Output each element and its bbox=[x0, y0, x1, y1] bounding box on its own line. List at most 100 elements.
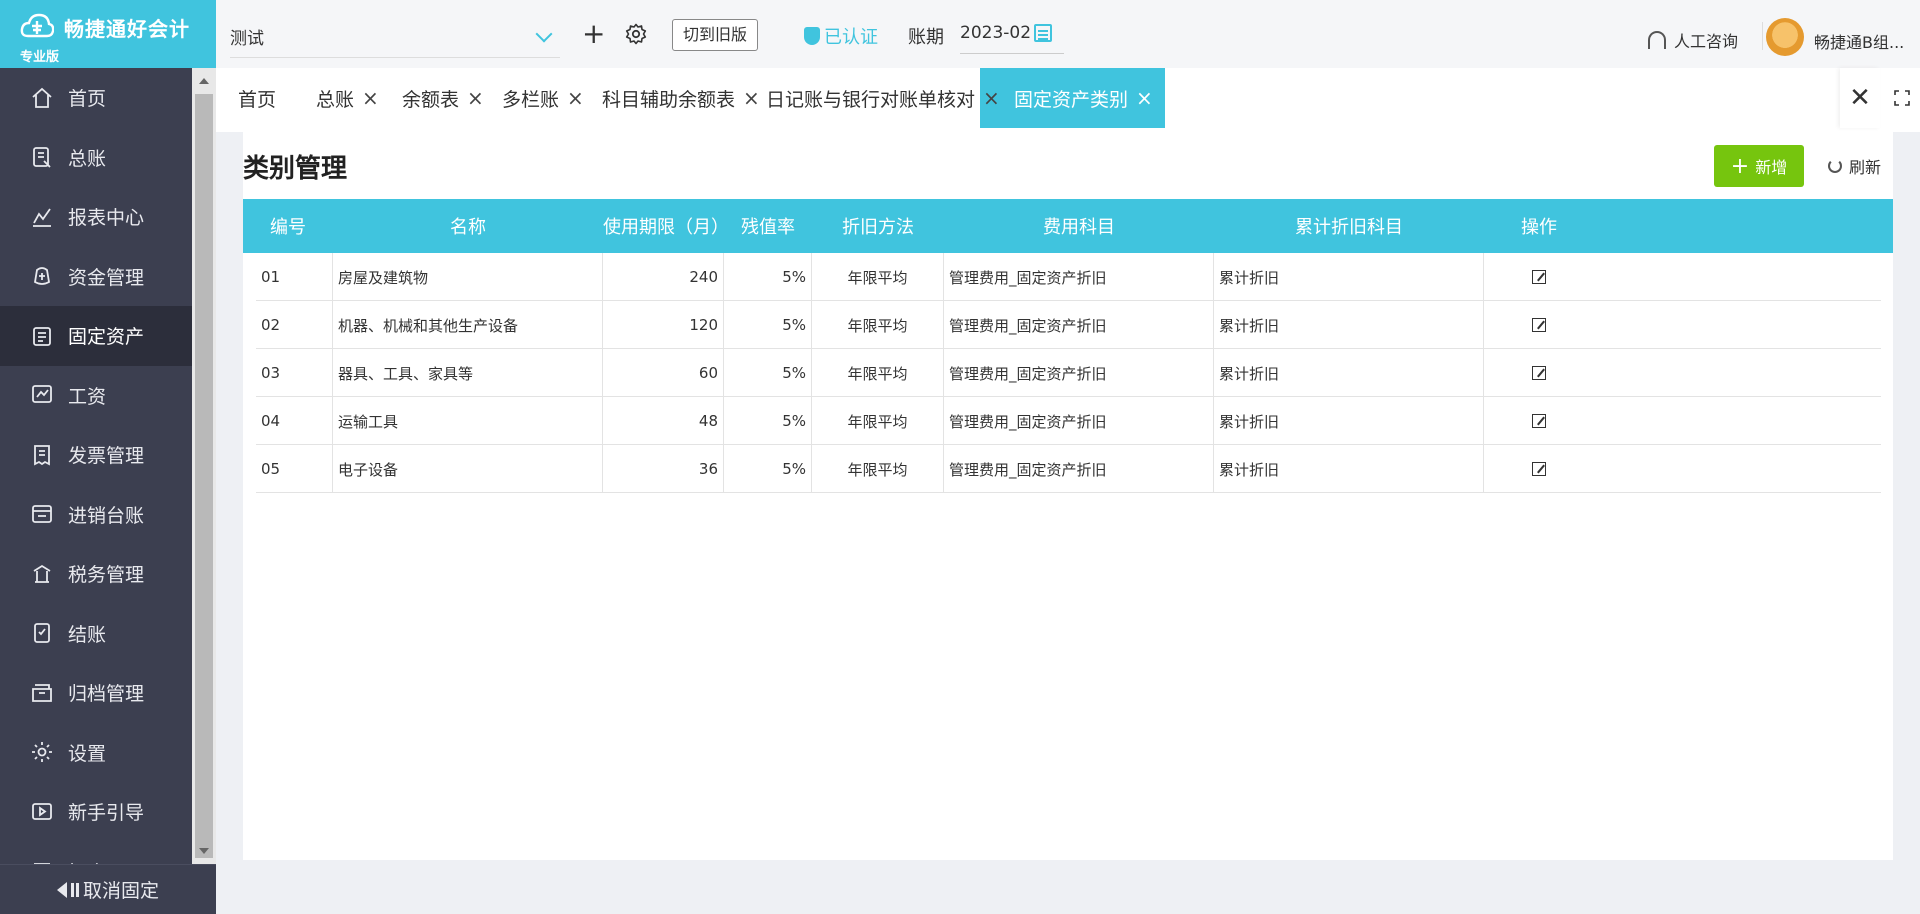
salary-icon bbox=[30, 383, 54, 407]
sidebar-item-7[interactable]: 发票管理 bbox=[0, 425, 192, 485]
sidebar-item-4[interactable]: 资金管理 bbox=[0, 247, 192, 307]
edit-icon[interactable] bbox=[1532, 318, 1546, 332]
close-tab-icon[interactable]: × bbox=[362, 86, 379, 110]
refresh-icon bbox=[1828, 159, 1842, 173]
inventory-icon bbox=[30, 502, 54, 526]
sidebar-item-9[interactable]: 税务管理 bbox=[0, 544, 192, 604]
tab-6[interactable]: 日记账与银行对账单核对 × bbox=[744, 68, 1000, 128]
ledger-icon bbox=[30, 145, 54, 169]
cell-accum: 累计折旧 bbox=[1214, 253, 1484, 301]
close-tab-icon[interactable]: × bbox=[1136, 86, 1153, 110]
scroll-down-icon[interactable] bbox=[199, 848, 209, 854]
close-tab-icon[interactable]: × bbox=[567, 86, 584, 110]
edit-icon[interactable] bbox=[1532, 366, 1546, 380]
cell-actions bbox=[1484, 445, 1594, 493]
closing-icon bbox=[30, 621, 54, 645]
app-logo[interactable]: 畅捷通好会计 专业版 bbox=[0, 0, 216, 68]
sidebar-scrollbar[interactable] bbox=[192, 68, 216, 864]
tab-7[interactable]: 固定资产类别 × bbox=[980, 68, 1165, 128]
tab-label: 日记账与银行对账单核对 bbox=[766, 88, 976, 111]
close-tab-icon[interactable]: × bbox=[743, 86, 760, 110]
sidebar-item-label: 新手引导 bbox=[68, 802, 145, 825]
cell-name: 器具、工具、家具等 bbox=[333, 349, 603, 397]
cell-accum: 累计折旧 bbox=[1214, 349, 1484, 397]
column-header: 使用期限（月） bbox=[603, 217, 729, 238]
sidebar-item-2[interactable]: 总账 bbox=[0, 128, 192, 188]
cell-accum: 累计折旧 bbox=[1214, 301, 1484, 349]
cell-method: 年限平均 bbox=[812, 445, 944, 493]
cell-name: 机器、机械和其他生产设备 bbox=[333, 301, 603, 349]
sidebar-item-5[interactable]: 固定资产 bbox=[0, 306, 192, 366]
cell-code: 03 bbox=[256, 349, 333, 397]
scroll-up-icon[interactable] bbox=[199, 78, 209, 84]
sidebar-item-1[interactable]: 首页 bbox=[0, 68, 192, 128]
sidebar-item-11[interactable]: 归档管理 bbox=[0, 663, 192, 723]
cell-method: 年限平均 bbox=[812, 397, 944, 445]
cell-name: 电子设备 bbox=[333, 445, 603, 493]
tab-5[interactable]: 科目辅助余额表 × bbox=[580, 68, 760, 128]
unpin-sidebar-button[interactable]: 取消固定 bbox=[0, 864, 216, 914]
sidebar-item-13[interactable]: 新手引导 bbox=[0, 782, 192, 842]
tab-3[interactable]: 余额表 × bbox=[380, 68, 484, 128]
cell-months: 240 bbox=[603, 253, 724, 301]
cell-expense: 管理费用_固定资产折旧 bbox=[944, 301, 1214, 349]
cell-accum: 累计折旧 bbox=[1214, 445, 1484, 493]
fullscreen-icon[interactable] bbox=[1884, 68, 1920, 128]
add-button[interactable]: + 新增 bbox=[1714, 145, 1804, 187]
close-tab-icon[interactable]: × bbox=[983, 86, 1000, 110]
support-button[interactable]: 人工咨询 bbox=[1648, 28, 1738, 52]
table-row[interactable]: 04 运输工具 48 5% 年限平均 管理费用_固定资产折旧 累计折旧 bbox=[256, 397, 1881, 445]
main-content: 类别管理 + 新增 刷新 编号 名称 使用期限（月） 残值率 折旧方法 费用科目 累计折旧科… bbox=[243, 132, 1893, 860]
refresh-button[interactable]: 刷新 bbox=[1828, 154, 1881, 178]
cell-residual: 5% bbox=[724, 349, 812, 397]
cell-months: 48 bbox=[603, 397, 724, 445]
pin-bars-icon bbox=[70, 882, 79, 897]
edit-icon[interactable] bbox=[1532, 414, 1546, 428]
scrollbar-thumb[interactable] bbox=[195, 94, 213, 858]
cell-actions bbox=[1484, 349, 1594, 397]
tab-2[interactable]: 总账 × bbox=[294, 68, 379, 128]
cell-expense: 管理费用_固定资产折旧 bbox=[944, 349, 1214, 397]
account-select[interactable]: 测试 bbox=[230, 18, 560, 58]
verified-status[interactable]: 已认证 bbox=[804, 23, 878, 49]
table-row[interactable]: 01 房屋及建筑物 240 5% 年限平均 管理费用_固定资产折旧 累计折旧 bbox=[256, 253, 1881, 301]
sidebar-item-12[interactable]: 设置 bbox=[0, 723, 192, 783]
tab-1[interactable]: 首页 bbox=[216, 68, 276, 128]
edit-icon[interactable] bbox=[1532, 462, 1546, 476]
table-row[interactable]: 05 电子设备 36 5% 年限平均 管理费用_固定资产折旧 累计折旧 bbox=[256, 445, 1881, 493]
home-icon bbox=[30, 86, 54, 110]
add-account-icon[interactable]: + bbox=[582, 20, 605, 48]
calendar-icon[interactable] bbox=[1034, 24, 1052, 42]
sidebar-item-label: 报表中心 bbox=[68, 207, 145, 230]
sidebar-item-3[interactable]: 报表中心 bbox=[0, 187, 192, 247]
table-header: 编号 名称 使用期限（月） 残值率 折旧方法 费用科目 累计折旧科目 操作 bbox=[243, 199, 1893, 253]
sidebar-item-8[interactable]: 进销台账 bbox=[0, 485, 192, 545]
cell-residual: 5% bbox=[724, 253, 812, 301]
table-row[interactable]: 03 器具、工具、家具等 60 5% 年限平均 管理费用_固定资产折旧 累计折旧 bbox=[256, 349, 1881, 397]
sidebar-item-6[interactable]: 工资 bbox=[0, 366, 192, 426]
cell-code: 01 bbox=[256, 253, 333, 301]
plus-icon: + bbox=[1730, 153, 1750, 179]
switch-old-version-button[interactable]: 切到旧版 bbox=[672, 19, 759, 51]
edit-icon[interactable] bbox=[1532, 270, 1546, 284]
sidebar-item-10[interactable]: 结账 bbox=[0, 604, 192, 664]
close-all-tabs-icon[interactable]: ✕ bbox=[1840, 68, 1880, 128]
report-icon bbox=[30, 205, 54, 229]
close-tab-icon[interactable]: × bbox=[467, 86, 484, 110]
sidebar-item-label: 进销台账 bbox=[68, 504, 145, 527]
add-label: 新增 bbox=[1755, 158, 1788, 177]
gear-icon[interactable] bbox=[624, 22, 648, 46]
avatar[interactable] bbox=[1766, 18, 1804, 56]
cell-months: 60 bbox=[603, 349, 724, 397]
tab-label: 多栏账 bbox=[502, 88, 560, 111]
cell-actions bbox=[1484, 301, 1594, 349]
cell-method: 年限平均 bbox=[812, 349, 944, 397]
user-name[interactable]: 畅捷通B组... bbox=[1814, 29, 1904, 53]
sidebar-nav: 首页 总账报表中心资金管理 固定资产 工资 发票管理进销台账税务管理 结账 归档管理 设置新手… bbox=[0, 68, 192, 864]
tab-4[interactable]: 多栏账 × bbox=[480, 68, 584, 128]
sidebar-item-14[interactable]: 好会员 bbox=[0, 842, 192, 864]
asset-icon bbox=[30, 324, 54, 348]
cell-expense: 管理费用_固定资产折旧 bbox=[944, 397, 1214, 445]
table-row[interactable]: 02 机器、机械和其他生产设备 120 5% 年限平均 管理费用_固定资产折旧 累计折旧 bbox=[256, 301, 1881, 349]
table-body: 01 房屋及建筑物 240 5% 年限平均 管理费用_固定资产折旧 累计折旧 02 机器、机械和… bbox=[256, 253, 1881, 493]
